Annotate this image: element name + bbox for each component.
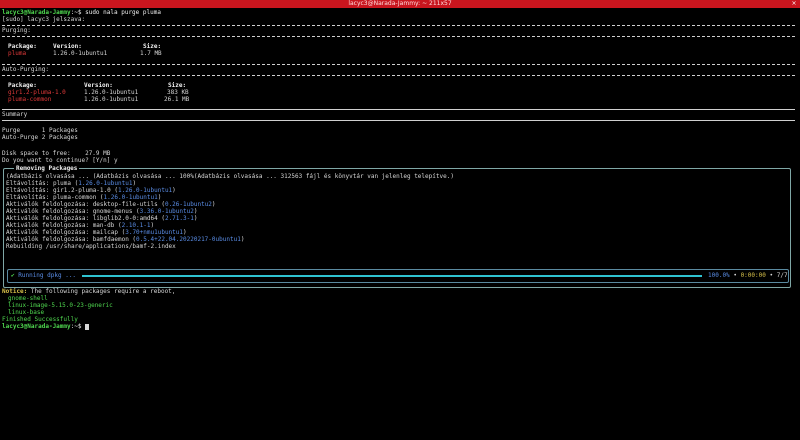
purging-header-size: Size: [143, 43, 162, 50]
version-text: 1.26.0-1ubuntu1 [103, 194, 158, 201]
progress-percent: 100.0% [708, 272, 730, 279]
text-cursor [85, 323, 90, 330]
divider [2, 109, 795, 110]
trigger-log-line: Aktiválók feldolgozása: man-db (2.10.1-1… [6, 222, 155, 229]
database-reading-line: (Adatbázis olvasása ... (Adatbázis olvas… [6, 173, 454, 180]
version-text: 2.10.1-1 [121, 222, 151, 229]
prompt-separator: :~$ [70, 323, 86, 330]
terminal-output[interactable]: lacyc3@Narada-Jammy:~$ sudo nala purge p… [2, 9, 797, 439]
progress-track [82, 275, 702, 277]
version-text: 1.26.0-1ubuntu1 [78, 180, 133, 187]
final-prompt-line[interactable]: lacyc3@Narada-Jammy:~$ [2, 323, 90, 330]
prompt-user: lacyc3@Narada-Jammy [2, 9, 71, 16]
reboot-package: linux-base [8, 309, 45, 316]
notice-label: Notice: [2, 288, 28, 295]
purging-header-version: Version: [53, 43, 82, 50]
close-icon[interactable]: × [791, 1, 797, 7]
check-icon: ✔ [11, 272, 15, 279]
divider [2, 64, 795, 65]
command-line: lacyc3@Narada-Jammy:~$ sudo nala purge p… [2, 9, 161, 16]
auto-purging-package-name: gir1.2-pluma-1.0 [8, 89, 66, 96]
prompt-user: lacyc3@Narada-Jammy [2, 323, 71, 330]
dpkg-progress: ✔ Running dpkg ... 100.0% • 0:00:00 • 7/… [7, 269, 789, 283]
auto-purging-package-name: pluma-common [8, 96, 52, 103]
progress-stats: 100.0% • 0:00:00 • 7/7 [708, 272, 788, 279]
trigger-log-line: Aktiválók feldolgozása: mailcap (3.70+nm… [6, 229, 187, 236]
progress-fill [82, 275, 702, 277]
removing-packages-panel: Removing Packages (Adatbázis olvasása ..… [3, 165, 791, 288]
trigger-log-line: Aktiválók feldolgozása: gnome-menus (3.3… [6, 208, 198, 215]
divider [2, 36, 795, 37]
purging-package-size: 1.7 MB [140, 50, 162, 57]
purging-header-package: Package: [8, 43, 37, 50]
terminal-window: lacyc3@Narada-Jammy: ~ 211x57 × lacyc3@N… [0, 0, 800, 440]
auto-purging-package-version: 1.26.0-1ubuntu1 [84, 89, 139, 96]
auto-purging-header-package: Package: [8, 82, 37, 89]
progress-label-text: Running dpkg ... [18, 272, 77, 279]
disk-space-line: Disk space to free: 27.9 MB [2, 150, 111, 157]
version-text: 3.70+nmu1ubuntu1 [125, 229, 184, 236]
panel-title: Removing Packages [14, 165, 80, 172]
summary-auto-purge-count: Auto-Purge 2 Packages [2, 134, 78, 141]
purging-heading: Purging: [2, 27, 31, 34]
summary-heading: Summary [2, 111, 28, 118]
progress-count: 7/7 [776, 272, 788, 279]
purging-package-name: pluma [8, 50, 27, 57]
summary-purge-count: Purge 1 Packages [2, 127, 78, 134]
divider [2, 75, 795, 76]
version-text: 0.5.4+22.04.20220217-0ubuntu1 [136, 236, 241, 243]
title-bar[interactable]: lacyc3@Narada-Jammy: ~ 211x57 × [0, 0, 800, 8]
reboot-package: linux-image-5.15.0-23-generic [8, 302, 113, 309]
auto-purging-package-size: 383 KB [167, 89, 189, 96]
window-title: lacyc3@Narada-Jammy: ~ 211x57 [348, 0, 452, 7]
auto-purging-heading: Auto-Purging: [2, 66, 49, 73]
command-text: sudo nala purge pluma [85, 9, 161, 16]
divider [2, 120, 795, 121]
trigger-log-line: Aktiválók feldolgozása: bamfdaemon (0.5.… [6, 236, 245, 243]
sudo-password-line: [sudo] lacyc3 jelszava: [2, 16, 86, 23]
version-text: 1.26.0-1ubuntu1 [117, 187, 173, 194]
auto-purging-header-version: Version: [84, 82, 113, 89]
removal-log-line: Eltávolítás: gir1.2-pluma-1.0 (1.26.0-1u… [6, 187, 176, 194]
auto-purging-package-size: 26.1 MB [164, 96, 190, 103]
version-text: 3.36.0-1ubuntu2 [139, 208, 194, 215]
auto-purging-package-version: 1.26.0-1ubuntu1 [84, 96, 139, 103]
notice-line: Notice: The following packages require a… [2, 288, 175, 295]
purging-package-version: 1.26.0-1ubuntu1 [53, 50, 108, 57]
removal-log-line: Eltávolítás: pluma-common (1.26.0-1ubunt… [6, 194, 162, 201]
reboot-package: gnome-shell [8, 295, 48, 302]
trigger-log-line: Aktiválók feldolgozása: desktop-file-uti… [6, 201, 216, 208]
rebuilding-line: Rebuilding /usr/share/applications/bamf-… [6, 243, 176, 250]
divider [2, 25, 795, 26]
version-text: 2.71.3-1 [164, 215, 194, 222]
separator-bullet: • [769, 272, 774, 279]
elapsed-time: 0:00:00 [740, 272, 766, 279]
removal-log-line: Eltávolítás: pluma (1.26.0-1ubuntu1) [6, 180, 137, 187]
auto-purging-header-size: Size: [168, 82, 187, 89]
continue-prompt: Do you want to continue? [Y/n] y [2, 157, 118, 164]
progress-label: ✔ Running dpkg ... [11, 272, 76, 279]
finished-message: Finished Successfully [2, 316, 78, 323]
prompt-separator: :~$ [70, 9, 86, 16]
notice-text: The following packages require a reboot, [27, 288, 176, 295]
trigger-log-line: Aktiválók feldolgozása: libglib2.0-0:amd… [6, 215, 198, 222]
version-text: 0.26-1ubuntu2 [164, 201, 212, 208]
separator-bullet: • [733, 272, 737, 279]
